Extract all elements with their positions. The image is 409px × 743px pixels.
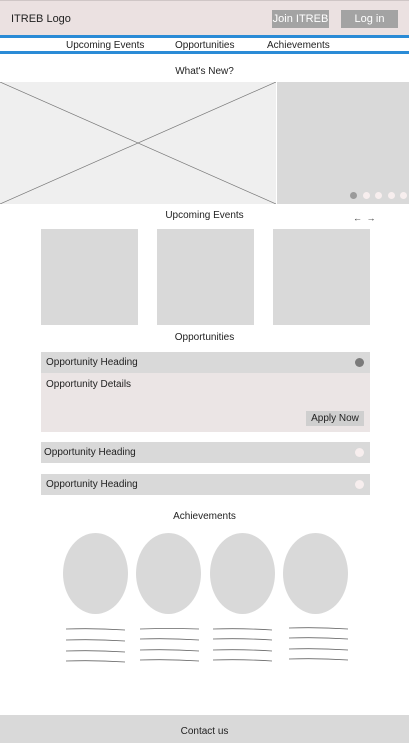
achievement-text-placeholder — [65, 628, 126, 663]
expand-toggle-icon[interactable] — [355, 448, 364, 457]
nav-item-upcoming-events[interactable]: Upcoming Events — [66, 40, 144, 51]
site-header: ITREB Logo Join ITREB Log in — [0, 0, 409, 35]
carousel-dot[interactable] — [350, 192, 357, 199]
opportunity-heading: Opportunity Heading — [46, 357, 138, 368]
achievement-image[interactable] — [63, 533, 128, 614]
opportunity-heading-row[interactable]: Opportunity Heading — [41, 352, 370, 373]
whats-new-title: What's New? — [175, 66, 234, 77]
opportunity-details-panel: Opportunity Details Apply Now — [41, 373, 370, 432]
carousel-dot[interactable] — [375, 192, 382, 199]
achievement-text-placeholder — [139, 628, 200, 662]
contact-us-link[interactable]: Contact us — [0, 726, 409, 737]
join-button[interactable]: Join ITREB — [272, 10, 329, 28]
opportunities-title: Opportunities — [174, 332, 235, 343]
opportunity-heading-row[interactable]: Opportunity Heading — [41, 474, 370, 495]
achievement-image[interactable] — [210, 533, 275, 614]
event-card[interactable] — [273, 229, 370, 325]
carousel-dot[interactable] — [387, 192, 395, 199]
carousel-dot[interactable] — [400, 192, 407, 199]
achievement-text-placeholder — [212, 628, 273, 662]
opportunity-heading: Opportunity Heading — [44, 447, 136, 458]
main-nav: Upcoming Events Opportunities Achievemen… — [0, 35, 409, 54]
opportunity-details: Opportunity Details — [46, 379, 132, 390]
hero-next-slide-placeholder — [277, 82, 409, 204]
achievement-image[interactable] — [283, 533, 348, 614]
nav-item-achievements[interactable]: Achievements — [267, 40, 330, 51]
opportunity-heading: Opportunity Heading — [46, 479, 138, 490]
carousel-dot[interactable] — [362, 192, 370, 199]
achievement-text-placeholder — [288, 627, 349, 661]
hero-image-placeholder — [0, 82, 276, 204]
site-footer: Contact us — [0, 715, 409, 743]
events-arrows[interactable]: ← → — [353, 213, 377, 223]
site-logo[interactable]: ITREB Logo — [11, 13, 71, 25]
expand-toggle-icon[interactable] — [355, 480, 364, 489]
event-card[interactable] — [41, 229, 138, 325]
achievement-image[interactable] — [136, 533, 201, 614]
event-card[interactable] — [157, 229, 254, 325]
nav-item-opportunities[interactable]: Opportunities — [175, 40, 234, 51]
opportunity-heading-row[interactable]: Opportunity Heading — [41, 442, 370, 463]
achievements-title: Achievements — [173, 511, 236, 522]
login-button[interactable]: Log in — [341, 10, 398, 28]
apply-now-button[interactable]: Apply Now — [306, 411, 364, 426]
expand-toggle-icon[interactable] — [355, 358, 364, 367]
upcoming-events-title: Upcoming Events — [165, 210, 244, 221]
